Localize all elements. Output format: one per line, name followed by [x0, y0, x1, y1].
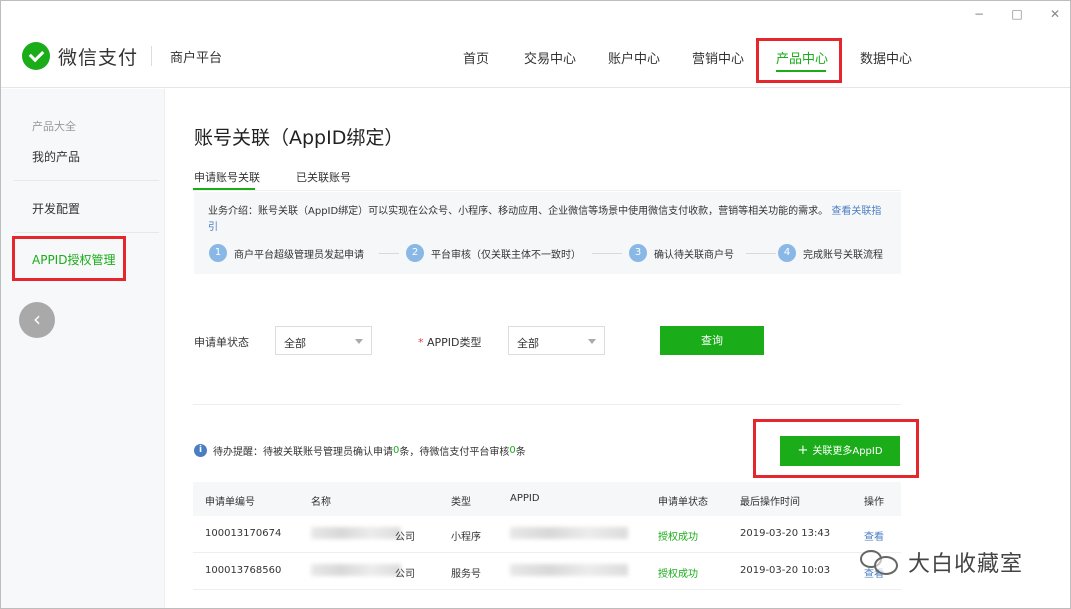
tabs-baseline [193, 190, 901, 191]
chevron-left-icon: ‹ [33, 307, 41, 331]
notice-mid: 条，待微信支付平台审核 [399, 447, 510, 458]
pending-notice: i 待办提醒：待被关联账号管理员确认申请 0 条，待微信支付平台审核 0 条 [194, 443, 526, 458]
appid-type-select-value: 全部 [517, 337, 539, 350]
caret-down-icon [588, 339, 596, 344]
sidebar-item-dev-config[interactable]: 开发配置 [32, 200, 80, 217]
logo-text: 微信支付 [58, 46, 139, 69]
required-marker: * [418, 336, 424, 349]
step-label: 确认待关联商户号 [654, 249, 734, 261]
table-row: 100013768560 公司 服务号 授权成功 2019-03-20 10:0… [193, 553, 901, 590]
step-number: 2 [406, 244, 424, 262]
column-header: APPID [510, 493, 540, 504]
column-header: 申请单编号 [205, 497, 255, 508]
status-badge: 授权成功 [658, 569, 698, 580]
appid-type: 小程序 [451, 532, 481, 543]
plus-icon: + [797, 443, 809, 458]
step-label: 平台审核（仅关联主体不一致时） [431, 249, 581, 261]
name-suffix: 公司 [395, 569, 415, 580]
window-titlebar: − □ ✕ [0, 0, 1071, 30]
add-appid-button[interactable]: + 关联更多AppID [780, 436, 900, 466]
close-icon[interactable]: ✕ [1047, 6, 1063, 22]
step-connector [379, 253, 399, 254]
page-title: 账号关联（AppID绑定） [194, 127, 404, 149]
logo-divider [151, 46, 152, 66]
step-1: 1 商户平台超级管理员发起申请 [209, 244, 364, 262]
query-button[interactable]: 查询 [660, 326, 764, 355]
step-number: 4 [778, 244, 796, 262]
wechat-chat-icon [858, 546, 902, 578]
appid-type-label-text: APPID类型 [427, 336, 482, 349]
status-badge: 授权成功 [658, 532, 698, 543]
column-header: 申请单状态 [658, 497, 708, 508]
caret-down-icon [355, 339, 363, 344]
nav-home[interactable]: 首页 [463, 48, 489, 67]
last-operation-time: 2019-03-20 10:03 [740, 565, 831, 576]
notice-suffix: 条 [515, 447, 526, 458]
watermark-text: 大白收藏室 [908, 552, 1024, 577]
step-2: 2 平台审核（仅关联主体不一致时） [406, 244, 581, 262]
nav-product-center[interactable]: 产品中心 [776, 48, 828, 67]
step-label: 完成账号关联流程 [803, 249, 883, 261]
nav-trade-center[interactable]: 交易中心 [524, 48, 576, 67]
appid-type-filter-label: * APPID类型 [418, 334, 482, 350]
maximize-icon[interactable]: □ [1009, 6, 1025, 22]
section-divider [193, 404, 901, 405]
watermark: 大白收藏室 [858, 546, 1023, 578]
collapse-sidebar-button[interactable]: ‹ [19, 302, 55, 338]
minimize-icon[interactable]: − [971, 6, 987, 22]
appid-type: 服务号 [451, 569, 481, 580]
status-select[interactable]: 全部 [275, 326, 372, 355]
column-header: 操作 [864, 497, 884, 508]
tab-active-underline [193, 188, 255, 190]
step-connector [592, 253, 622, 254]
status-select-value: 全部 [284, 337, 306, 350]
merchant-platform-label: 商户平台 [170, 51, 223, 66]
top-header: 微信支付 商户平台 首页 交易中心 账户中心 营销中心 产品中心 数据中心 [0, 30, 1071, 88]
status-filter-label: 申请单状态 [194, 336, 249, 349]
nav-data-center[interactable]: 数据中心 [860, 48, 912, 67]
sidebar-divider [14, 232, 159, 233]
intro-description: 业务介绍：账号关联（AppID绑定）可以实现在公众号、小程序、移动应用、企业微信… [208, 206, 829, 217]
table-header: 申请单编号 名称 类型 APPID 申请单状态 最后操作时间 操作 [193, 482, 901, 516]
tab-apply-association[interactable]: 申请账号关联 [194, 169, 260, 185]
sidebar: 产品大全 我的产品 开发配置 APPID授权管理 ‹ [0, 89, 165, 609]
info-icon: i [194, 444, 207, 457]
application-id: 100013170674 [205, 528, 282, 539]
sidebar-divider [14, 180, 159, 181]
sidebar-group-title: 产品大全 [32, 120, 76, 133]
intro-text: 业务介绍：账号关联（AppID绑定）可以实现在公众号、小程序、移动应用、企业微信… [208, 204, 888, 236]
nav-marketing-center[interactable]: 营销中心 [692, 48, 744, 67]
tab-associated-accounts[interactable]: 已关联账号 [296, 169, 351, 185]
name-suffix: 公司 [395, 532, 415, 543]
step-number: 1 [209, 244, 227, 262]
step-label: 商户平台超级管理员发起申请 [234, 249, 364, 261]
wechat-pay-logo[interactable]: 微信支付 [22, 42, 138, 70]
table-row: 100013170674 公司 小程序 授权成功 2019-03-20 13:4… [193, 516, 901, 553]
last-operation-time: 2019-03-20 13:43 [740, 528, 831, 539]
redacted-appid [510, 564, 628, 576]
appid-type-select[interactable]: 全部 [508, 326, 605, 355]
column-header: 名称 [311, 497, 331, 508]
sidebar-item-appid-auth[interactable]: APPID授权管理 [32, 251, 115, 268]
step-connector [746, 253, 776, 254]
intro-box: 业务介绍：账号关联（AppID绑定）可以实现在公众号、小程序、移动应用、企业微信… [194, 192, 901, 274]
nav-account-center[interactable]: 账户中心 [608, 48, 660, 67]
column-header: 类型 [451, 497, 471, 508]
sidebar-item-my-products[interactable]: 我的产品 [32, 148, 80, 165]
step-number: 3 [629, 244, 647, 262]
redacted-name [311, 527, 401, 539]
step-3: 3 确认待关联商户号 [629, 244, 734, 262]
view-link[interactable]: 查看 [864, 528, 884, 543]
notice-prefix: 待办提醒：待被关联账号管理员确认申请 [213, 447, 393, 458]
add-appid-label: 关联更多AppID [812, 446, 883, 457]
application-id: 100013768560 [205, 565, 282, 576]
window-controls: − □ ✕ [971, 6, 1063, 22]
redacted-appid [510, 527, 628, 539]
redacted-name [311, 564, 401, 576]
wechat-pay-logo-icon [22, 42, 50, 70]
chat-bubble-shape [874, 556, 898, 575]
column-header: 最后操作时间 [740, 497, 800, 508]
step-4: 4 完成账号关联流程 [778, 244, 883, 262]
nav-active-underline [776, 70, 826, 72]
